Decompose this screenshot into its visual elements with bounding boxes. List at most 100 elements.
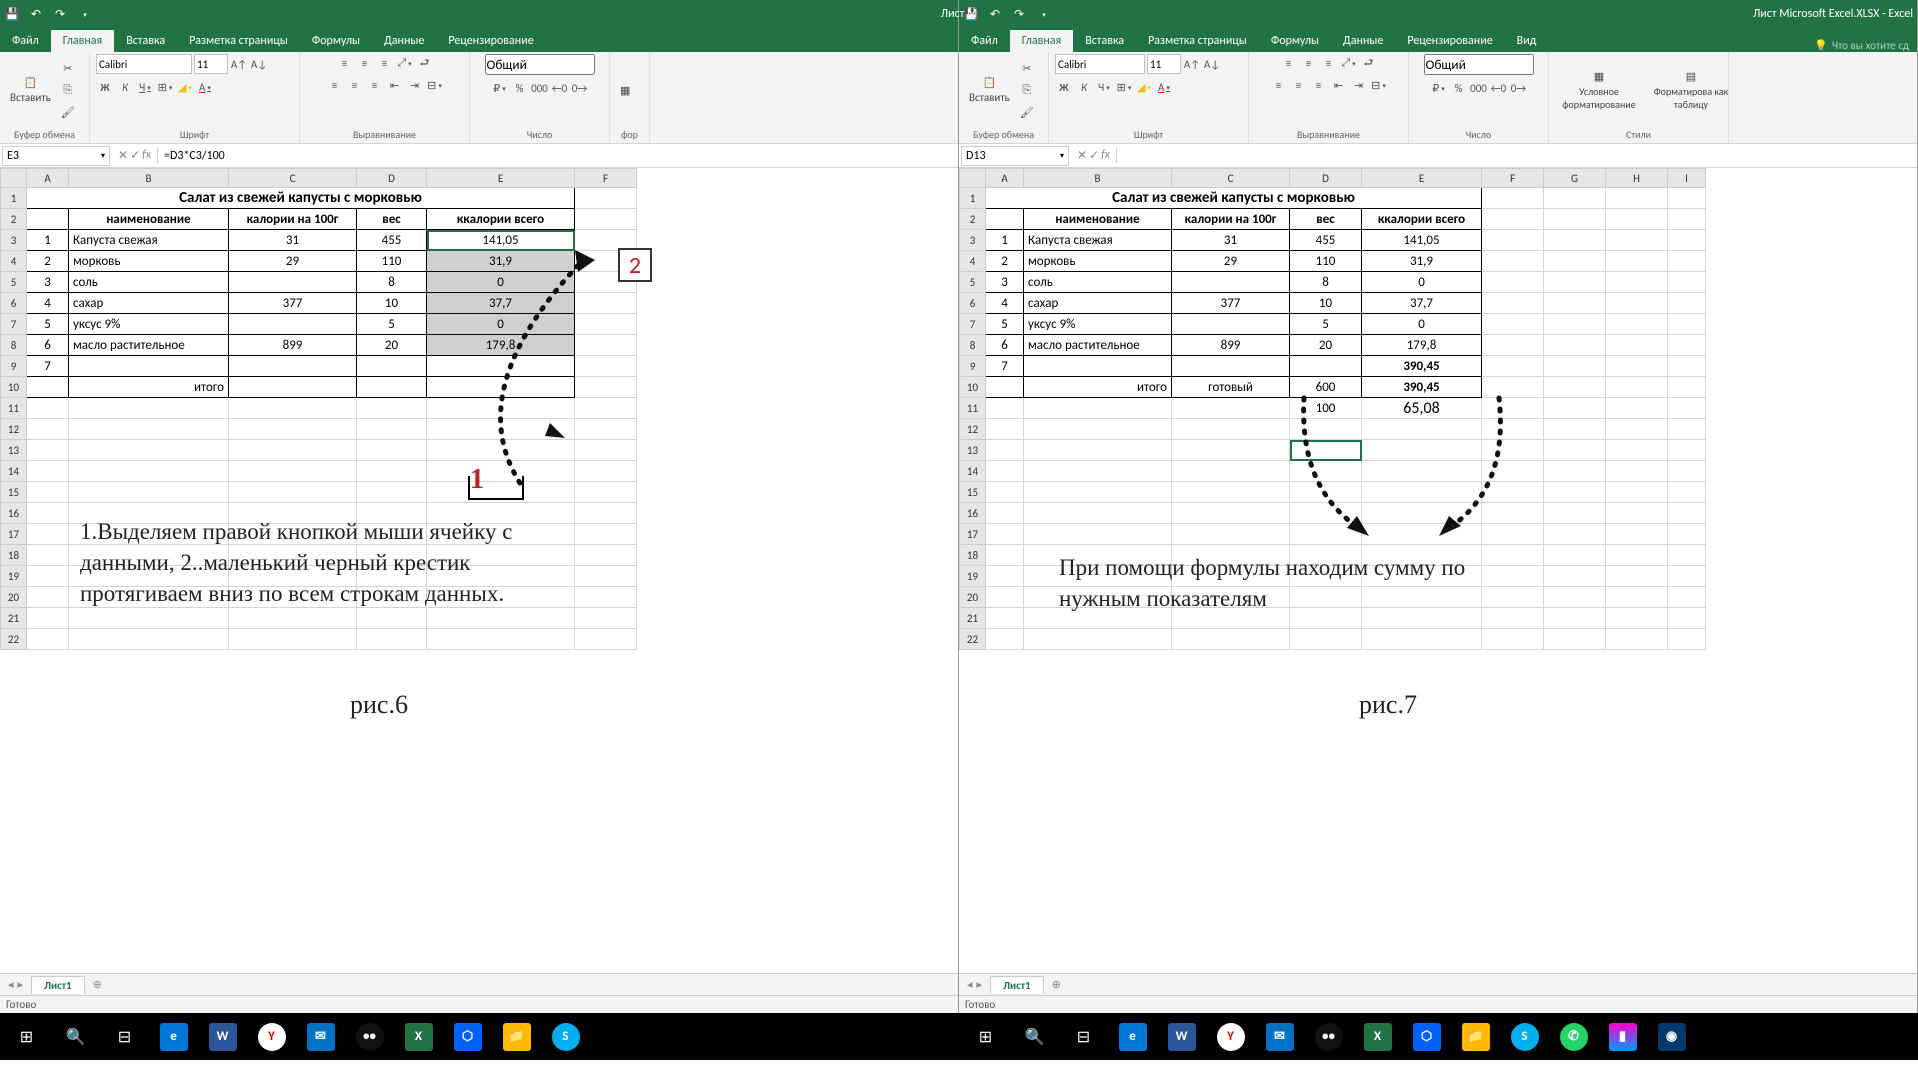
cell[interactable]: 377	[229, 293, 357, 314]
cell[interactable]: 31,9	[427, 251, 575, 272]
cell[interactable]: морковь	[69, 251, 229, 272]
cell[interactable]: 6	[27, 335, 69, 356]
cell[interactable]	[1606, 209, 1668, 230]
redo-icon[interactable]: ↷	[52, 6, 68, 22]
cell[interactable]	[1606, 293, 1668, 314]
cell[interactable]	[1482, 209, 1544, 230]
cell[interactable]	[1606, 272, 1668, 293]
cell[interactable]	[1172, 314, 1290, 335]
cell[interactable]	[1606, 440, 1668, 461]
cell[interactable]: 3	[27, 272, 69, 293]
cell[interactable]	[1172, 524, 1290, 545]
grid-area[interactable]: ABCDEFGHI1Салат из свежей капусты с морк…	[959, 168, 1917, 973]
cell[interactable]	[1482, 251, 1544, 272]
cell[interactable]	[575, 419, 637, 440]
cell[interactable]	[1024, 524, 1172, 545]
currency-button[interactable]: ₽	[1430, 79, 1448, 97]
fill-color-button[interactable]: ◢	[176, 78, 194, 96]
cell[interactable]: 65,08	[1362, 398, 1482, 419]
excel-icon[interactable]: X	[396, 1017, 441, 1057]
cell[interactable]: 31,9	[1362, 251, 1482, 272]
bold-button[interactable]: Ж	[96, 78, 114, 96]
cell[interactable]	[1606, 461, 1668, 482]
cell[interactable]	[1362, 440, 1482, 461]
cell[interactable]	[1606, 356, 1668, 377]
thousands-button[interactable]: 000	[1470, 79, 1488, 97]
cell[interactable]: 390,45	[1362, 356, 1482, 377]
cell[interactable]	[27, 524, 69, 545]
number-format-select[interactable]	[485, 54, 595, 75]
cell[interactable]	[69, 461, 229, 482]
cell[interactable]	[1544, 566, 1606, 587]
sheet-tab[interactable]: Лист1	[31, 976, 85, 994]
dec-decimal-icon[interactable]: 0→	[571, 79, 589, 97]
cell[interactable]: вес	[357, 209, 427, 230]
cell[interactable]	[1290, 440, 1362, 461]
cell[interactable]	[27, 419, 69, 440]
name-box[interactable]: E3▾	[2, 146, 110, 166]
cell[interactable]: 0	[1362, 314, 1482, 335]
cell[interactable]	[1668, 503, 1706, 524]
cell[interactable]	[1172, 482, 1290, 503]
cell[interactable]	[986, 629, 1024, 650]
cell[interactable]	[69, 356, 229, 377]
cell[interactable]: 141,05	[1362, 230, 1482, 251]
cell[interactable]	[1606, 230, 1668, 251]
cell[interactable]	[986, 503, 1024, 524]
cell[interactable]	[575, 314, 637, 335]
cell[interactable]	[1362, 419, 1482, 440]
italic-button[interactable]: К	[1075, 78, 1093, 96]
cell[interactable]: соль	[1024, 272, 1172, 293]
cell[interactable]: ккалории всего	[1362, 209, 1482, 230]
cell[interactable]	[1482, 524, 1544, 545]
cell[interactable]	[1482, 356, 1544, 377]
cell[interactable]	[1482, 419, 1544, 440]
cell[interactable]	[986, 566, 1024, 587]
cell[interactable]: 179,8	[1362, 335, 1482, 356]
cell[interactable]	[1482, 629, 1544, 650]
start-button[interactable]: ⊞	[4, 1017, 49, 1057]
cell[interactable]	[1024, 440, 1172, 461]
cell[interactable]: 179,8	[427, 335, 575, 356]
fx-icon[interactable]: fx	[1101, 148, 1110, 163]
cell[interactable]	[1668, 314, 1706, 335]
fill-color-button[interactable]: ◢	[1135, 78, 1153, 96]
cell[interactable]: 5	[986, 314, 1024, 335]
font-size-input[interactable]	[1147, 54, 1181, 74]
indent-inc-icon[interactable]: ⇥	[1350, 76, 1368, 94]
tab-insert[interactable]: Вставка	[1073, 30, 1136, 52]
sheet-nav-next-icon[interactable]: ▸	[977, 978, 983, 991]
cell[interactable]: 110	[357, 251, 427, 272]
word-icon[interactable]: W	[200, 1017, 245, 1057]
cell[interactable]: 8	[357, 272, 427, 293]
cell[interactable]: 29	[1172, 251, 1290, 272]
cell[interactable]: 20	[1290, 335, 1362, 356]
cell[interactable]	[1606, 524, 1668, 545]
qat-more-icon[interactable]	[1035, 6, 1051, 22]
indent-inc-icon[interactable]: ⇥	[406, 76, 424, 94]
cell[interactable]: 6	[986, 335, 1024, 356]
cell[interactable]: морковь	[1024, 251, 1172, 272]
cell[interactable]	[1544, 482, 1606, 503]
cell[interactable]: Салат из свежей капусты с морковью	[27, 188, 575, 209]
cell[interactable]: 7	[986, 356, 1024, 377]
format-table-button[interactable]: ▤Форматирова как таблицу	[1647, 68, 1735, 113]
tab-file[interactable]: Файл	[959, 30, 1010, 52]
copy-icon[interactable]: ⎘	[1018, 81, 1036, 99]
explorer-icon[interactable]: 📁	[1453, 1017, 1498, 1057]
cell[interactable]	[1172, 461, 1290, 482]
align-center-icon[interactable]: ≡	[346, 76, 364, 94]
cell[interactable]	[27, 503, 69, 524]
cell[interactable]	[1668, 209, 1706, 230]
cell[interactable]	[1172, 419, 1290, 440]
cell[interactable]	[1606, 608, 1668, 629]
cell[interactable]: 2	[27, 251, 69, 272]
cut-icon[interactable]: ✂	[59, 59, 77, 77]
cell[interactable]	[1362, 461, 1482, 482]
cell[interactable]	[1024, 503, 1172, 524]
cell[interactable]: 5	[357, 314, 427, 335]
undo-icon[interactable]: ↶	[28, 6, 44, 22]
cell[interactable]	[1544, 377, 1606, 398]
cell[interactable]	[1606, 503, 1668, 524]
cell[interactable]	[1482, 377, 1544, 398]
